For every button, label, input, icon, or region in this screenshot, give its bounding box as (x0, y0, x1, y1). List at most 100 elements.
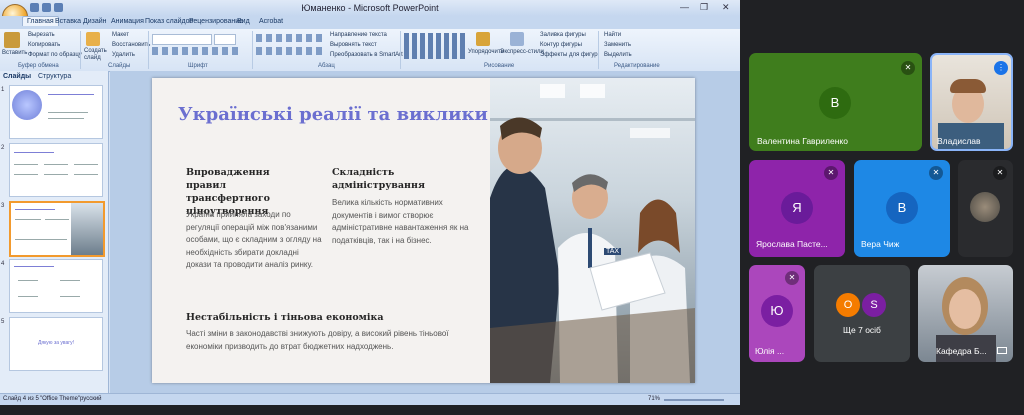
speaking-icon: ⋮ (994, 61, 1008, 75)
thumb-number: 1 (1, 87, 5, 93)
participant-tile-7[interactable]: Кафедра Б... (918, 265, 1013, 362)
paragraph-align-buttons[interactable] (256, 47, 322, 55)
format-painter-button[interactable]: Формат по образцу (28, 52, 82, 58)
arrange-button[interactable]: Упорядочить (468, 49, 504, 55)
mic-off-icon: ✕ (824, 166, 838, 180)
layout-button[interactable]: Макет (112, 32, 129, 38)
group-drawing: Рисование (484, 63, 515, 69)
minimize-icon[interactable]: — (680, 2, 689, 12)
participant-tile-4[interactable]: В Вера Чиж ✕ (854, 160, 950, 257)
tab-view[interactable]: Вид (237, 18, 250, 25)
slide-thumbnail-3[interactable] (9, 201, 105, 257)
participant-name: Владислав (937, 136, 981, 146)
card-text-2: Велика кількість нормативних документів … (332, 198, 469, 245)
select-button[interactable]: Выделить (604, 52, 632, 58)
thumb-number: 2 (1, 145, 5, 151)
participant-name: Ярослава Пасте... (756, 239, 828, 249)
group-font: Шрифт (188, 63, 208, 69)
participant-tile-6[interactable]: Ю Юлія ... ✕ (749, 265, 805, 362)
card-text-3: Часті зміни в законодавстві знижують дов… (186, 329, 449, 351)
participant-tile-1[interactable]: В Валентина Гавриленко ✕ (749, 53, 922, 151)
tab-acrobat[interactable]: Acrobat (259, 18, 283, 25)
copy-button[interactable]: Копировать (28, 42, 60, 48)
slide-thumbnail-4[interactable] (9, 259, 103, 313)
delete-button[interactable]: Удалить (112, 52, 135, 58)
avatar: O (836, 293, 860, 317)
tab-insert[interactable]: Вставка (55, 18, 81, 25)
mic-off-icon: ✕ (929, 166, 943, 180)
tab-home[interactable]: Главная (22, 16, 59, 26)
paste-icon[interactable] (4, 32, 20, 48)
slide-photo: TAX (490, 78, 695, 383)
avatar: В (819, 87, 851, 119)
close-icon[interactable]: ✕ (722, 2, 730, 13)
quick-styles-icon[interactable] (510, 32, 524, 46)
ribbon: Вставить Вырезать Копировать Формат по о… (0, 29, 740, 72)
font-format-buttons[interactable] (152, 47, 242, 55)
thumb-number: 3 (1, 203, 5, 209)
align-text-button[interactable]: Выровнять текст (330, 42, 377, 48)
avatar: В (886, 192, 918, 224)
mic-off-icon: ✕ (901, 61, 915, 75)
current-slide[interactable]: Українські реалії та виклики Впровадженн… (152, 78, 695, 383)
tab-animation[interactable]: Анимация (111, 18, 144, 25)
participant-name: Вера Чиж (861, 239, 900, 249)
new-slide-button[interactable]: Создать слайд (84, 48, 108, 62)
font-family-select[interactable] (152, 34, 212, 45)
slide-thumbnail-1[interactable] (9, 85, 103, 139)
mic-off-icon: ✕ (785, 271, 799, 285)
participant-tile-2[interactable]: ⋮ Владислав (930, 53, 1013, 151)
slide-title: Українські реалії та виклики (178, 104, 488, 125)
slide-thumbnail-2[interactable] (9, 143, 103, 197)
new-slide-icon[interactable] (86, 32, 100, 46)
shape-fill-button[interactable]: Заливка фигуры (540, 32, 586, 38)
tab-design[interactable]: Дизайн (83, 18, 107, 25)
find-button[interactable]: Найти (604, 32, 621, 38)
paragraph-list-buttons[interactable] (256, 34, 322, 42)
group-slides: Слайды (108, 63, 131, 69)
participant-name: Валентина Гавриленко (757, 136, 848, 146)
cut-button[interactable]: Вырезать (28, 32, 55, 38)
text-direction-button[interactable]: Направление текста (330, 32, 387, 38)
ribbon-tabs: Главная Вставка Дизайн Анимация Показ сл… (0, 16, 740, 29)
avatar (970, 192, 1000, 222)
more-participants-tile[interactable]: O S Ще 7 осіб (814, 265, 910, 362)
zoom-slider[interactable] (664, 399, 724, 401)
participant-name: Юлія ... (755, 346, 785, 356)
shape-outline-button[interactable]: Контур фигуры (540, 42, 582, 48)
pip-icon[interactable] (997, 347, 1007, 354)
thumb-number: 5 (1, 319, 5, 325)
maximize-icon[interactable]: ❐ (700, 2, 708, 13)
tab-outline-pane[interactable]: Структура (38, 73, 71, 80)
smartart-button[interactable]: Преобразовать в SmartArt (330, 52, 403, 58)
video-feed (949, 289, 981, 329)
font-size-select[interactable] (214, 34, 236, 45)
replace-button[interactable]: Заменить (604, 42, 631, 48)
slide-thumbnail-5[interactable]: Дякую за увагу! (9, 317, 103, 371)
thumb-text: Дякую за увагу! (37, 340, 75, 346)
tab-slides-pane[interactable]: Слайды (3, 73, 31, 80)
quick-styles-button[interactable]: Экспресс-стили (500, 49, 544, 55)
tab-slideshow[interactable]: Показ слайдов (145, 18, 193, 25)
card-heading-2: Складність адміністрування (332, 167, 425, 191)
avatar: S (862, 293, 886, 317)
paste-button[interactable]: Вставить (2, 50, 27, 56)
group-clipboard: Буфер обмена (18, 63, 59, 69)
participant-tile-3[interactable]: Я Ярослава Пасте... ✕ (749, 160, 845, 257)
arrange-icon[interactable] (476, 32, 490, 46)
avatar: Ю (761, 295, 793, 327)
tab-review[interactable]: Рецензирование (189, 18, 243, 25)
status-theme: "Office Theme" (40, 396, 81, 402)
shapes-gallery[interactable] (404, 33, 466, 59)
mic-off-icon: ✕ (993, 166, 1007, 180)
shape-effects-button[interactable]: Эффекты для фигур (540, 52, 598, 58)
slides-pane: Слайды Структура 1 2 3 4 5 Дякую за уваг… (0, 71, 109, 393)
avatar: Я (781, 192, 813, 224)
reset-button[interactable]: Восстановить (112, 42, 150, 48)
zoom-level[interactable]: 71% (648, 396, 660, 402)
status-bar: Слайд 4 из 5 "Office Theme" русский 71% (0, 393, 740, 405)
card-text-1: Україна прийняла заходи по регуляції опе… (186, 210, 322, 269)
participant-tile-5[interactable]: ✕ (958, 160, 1013, 257)
more-participants-label: Ще 7 осіб (843, 325, 881, 335)
participant-name: Кафедра Б... (936, 346, 987, 356)
